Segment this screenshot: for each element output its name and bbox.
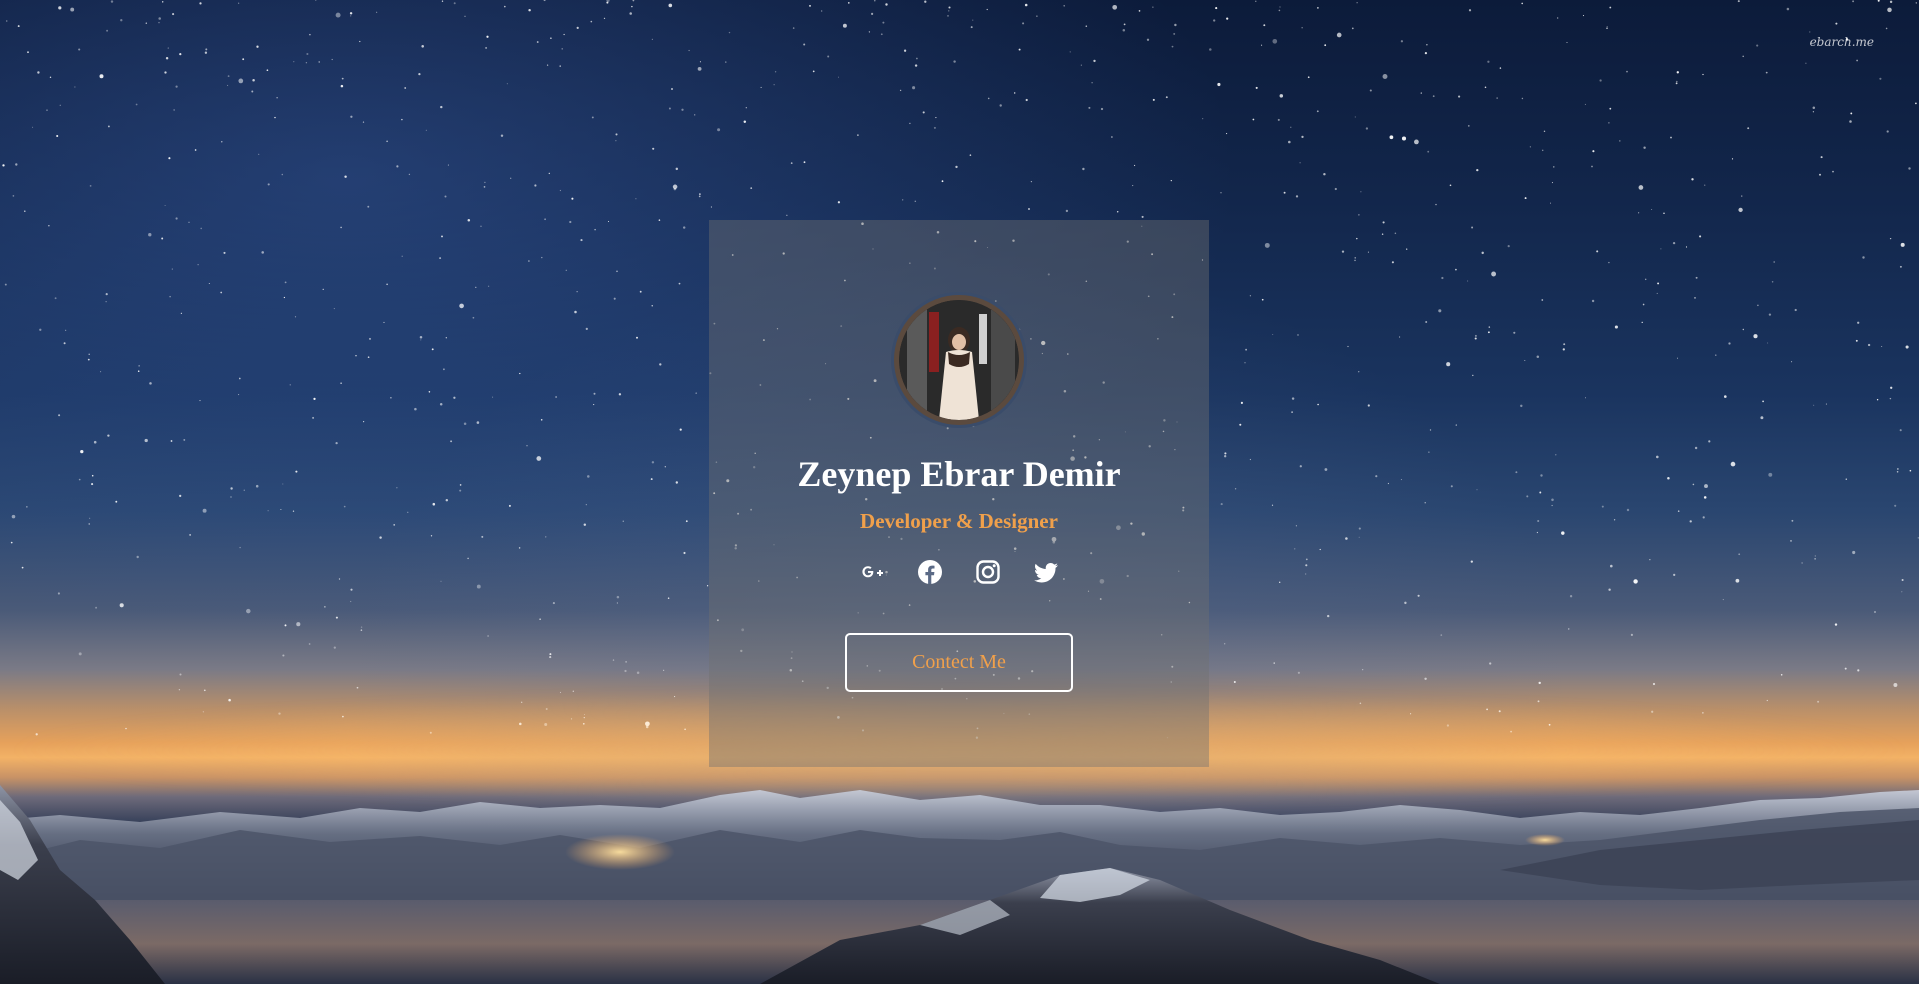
profile-role: Developer & Designer [860,509,1058,533]
facebook-link[interactable] [916,558,944,586]
instagram-link[interactable] [974,558,1002,586]
google-plus-icon [862,566,883,578]
twitter-link[interactable] [1032,558,1060,586]
profile-name: Zeynep Ebrar Demir [797,454,1121,494]
twitter-icon [1034,563,1058,583]
social-links [709,558,1209,592]
avatar [894,295,1024,425]
watermark-text: ebarch.me [1809,35,1874,49]
facebook-icon [918,560,942,584]
person-photo-graphic [899,300,1019,420]
instagram-icon [976,560,1000,584]
google-plus-link[interactable] [858,558,886,586]
profile-photo [899,300,1019,420]
profile-card: Zeynep Ebrar Demir Developer & Designer [709,220,1209,767]
contact-me-button[interactable]: Contect Me [845,633,1073,692]
